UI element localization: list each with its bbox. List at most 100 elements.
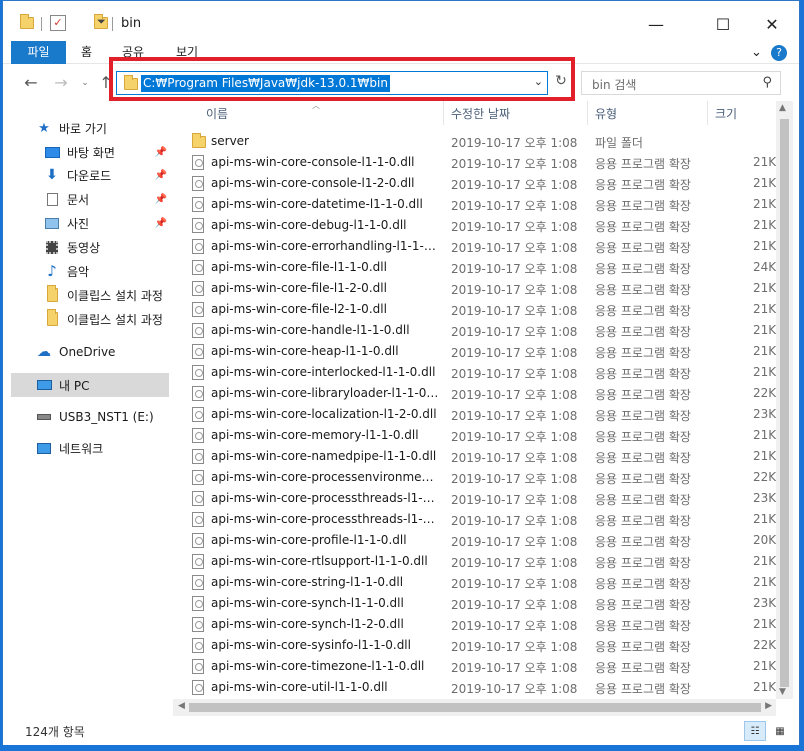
file-date: 2019-10-17 오후 1:08: [451, 556, 578, 570]
minimize-button[interactable]: —: [633, 9, 679, 39]
column-headers: 이름 수정한 날짜 유형 크기: [186, 101, 776, 125]
file-row[interactable]: api-ms-win-core-rtlsupport-l1-1-0.dll 201…: [186, 551, 776, 572]
scroll-up-icon[interactable]: ▲: [779, 103, 786, 113]
file-row[interactable]: api-ms-win-core-timezone-l1-1-0.dll 2019-…: [186, 656, 776, 677]
tab-file[interactable]: 파일: [11, 41, 66, 64]
file-date: 2019-10-17 오후 1:08: [451, 451, 578, 465]
nav-onedrive[interactable]: ☁ OneDrive: [11, 341, 169, 363]
file-type: 응용 프로그램 확장: [595, 619, 691, 633]
file-row[interactable]: api-ms-win-core-handle-l1-1-0.dll 2019-10…: [186, 320, 776, 341]
file-row[interactable]: api-ms-win-core-file-l2-1-0.dll 2019-10-1…: [186, 299, 776, 320]
file-row[interactable]: api-ms-win-core-debug-l1-1-0.dll 2019-10-…: [186, 215, 776, 236]
file-row[interactable]: api-ms-win-core-interlocked-l1-1-0.dll 20…: [186, 362, 776, 383]
file-row[interactable]: api-ms-win-core-processthreads-l1-1-1...…: [186, 509, 776, 530]
nav-item-folder[interactable]: 이클립스 설치 과정: [11, 308, 169, 330]
file-row[interactable]: api-ms-win-core-console-l1-2-0.dll 2019-1…: [186, 173, 776, 194]
document-icon: [43, 192, 61, 206]
scroll-down-icon[interactable]: ▼: [779, 687, 786, 697]
file-size: 21KB: [753, 197, 776, 211]
search-box[interactable]: bin 검색 ⚲: [581, 71, 781, 95]
details-view-icon[interactable]: ☷: [744, 721, 766, 741]
pin-icon[interactable]: 📌: [155, 218, 167, 229]
file-row[interactable]: api-ms-win-core-file-l1-2-0.dll 2019-10-1…: [186, 278, 776, 299]
nav-quick-access[interactable]: ★ 바로 가기: [11, 117, 169, 139]
large-icons-view-icon[interactable]: ▦: [769, 721, 791, 741]
file-size: 23KB: [753, 407, 776, 421]
nav-item-videos[interactable]: 동영상: [11, 236, 169, 258]
file-row[interactable]: api-ms-win-core-localization-l1-2-0.dll 2…: [186, 404, 776, 425]
help-icon[interactable]: ?: [771, 45, 787, 61]
file-row[interactable]: api-ms-win-core-synch-l1-2-0.dll 2019-10-…: [186, 614, 776, 635]
file-type: 응용 프로그램 확장: [595, 220, 691, 234]
file-size: 21KB: [753, 554, 776, 568]
vertical-scrollbar[interactable]: ▲ ▼: [776, 101, 793, 699]
file-row[interactable]: api-ms-win-core-sysinfo-l1-1-0.dll 2019-1…: [186, 635, 776, 656]
file-row[interactable]: api-ms-win-core-profile-l1-1-0.dll 2019-1…: [186, 530, 776, 551]
file-row[interactable]: api-ms-win-core-processthreads-l1-1-0...…: [186, 488, 776, 509]
file-size: 21KB: [753, 176, 776, 190]
file-name: api-ms-win-core-libraryloader-l1-1-0.dll: [211, 386, 439, 400]
column-header-date[interactable]: 수정한 날짜: [451, 105, 510, 122]
nav-item-documents[interactable]: 문서 📌: [11, 188, 169, 210]
file-row[interactable]: api-ms-win-core-datetime-l1-1-0.dll 2019-…: [186, 194, 776, 215]
scroll-left-icon[interactable]: ◀: [178, 701, 185, 711]
recent-locations-icon[interactable]: ⌄: [75, 73, 95, 93]
column-header-type[interactable]: 유형: [595, 105, 617, 122]
column-divider[interactable]: [707, 101, 708, 125]
column-header-size[interactable]: 크기: [715, 105, 737, 122]
scrollbar-thumb[interactable]: [780, 119, 789, 687]
forward-arrow-icon[interactable]: →: [51, 73, 71, 93]
customize-toolbar-icon[interactable]: ⏷: [97, 15, 106, 31]
column-divider[interactable]: [443, 101, 444, 125]
nav-item-downloads[interactable]: ⬇ 다운로드 📌: [11, 164, 169, 186]
nav-item-pictures[interactable]: 사진 📌: [11, 212, 169, 234]
file-row[interactable]: api-ms-win-core-file-l1-1-0.dll 2019-10-1…: [186, 257, 776, 278]
file-row[interactable]: server 2019-10-17 오후 1:08 파일 폴더: [186, 131, 776, 152]
column-divider[interactable]: [587, 101, 588, 125]
search-input[interactable]: bin 검색: [592, 76, 636, 93]
tab-home[interactable]: 홈: [81, 41, 92, 64]
file-row[interactable]: api-ms-win-core-console-l1-1-0.dll 2019-1…: [186, 152, 776, 173]
scroll-right-icon[interactable]: ▶: [765, 701, 772, 711]
file-row[interactable]: api-ms-win-core-errorhandling-l1-1-0.dll…: [186, 236, 776, 257]
dll-file-icon: [192, 428, 204, 443]
cloud-icon: ☁: [37, 344, 51, 360]
back-arrow-icon[interactable]: ←: [21, 73, 41, 93]
column-header-name[interactable]: 이름: [206, 105, 228, 122]
nav-item-music[interactable]: ♪ 음악: [11, 260, 169, 282]
close-button[interactable]: ✕: [749, 9, 795, 39]
file-row[interactable]: api-ms-win-core-heap-l1-1-0.dll 2019-10-1…: [186, 341, 776, 362]
nav-usb-drive[interactable]: USB3_NST1 (E:): [11, 406, 169, 428]
file-row[interactable]: api-ms-win-core-namedpipe-l1-1-0.dll 2019…: [186, 446, 776, 467]
file-size: 24KB: [753, 260, 776, 274]
nav-item-folder[interactable]: 이클립스 설치 과정: [11, 284, 169, 306]
file-name: api-ms-win-core-handle-l1-1-0.dll: [211, 323, 410, 337]
pin-icon[interactable]: 📌: [155, 194, 167, 205]
search-icon[interactable]: ⚲: [762, 75, 772, 90]
nav-this-pc[interactable]: 내 PC: [11, 374, 169, 396]
horizontal-scrollbar[interactable]: ◀ ▶: [173, 699, 776, 716]
file-date: 2019-10-17 오후 1:08: [451, 304, 578, 318]
file-date: 2019-10-17 오후 1:08: [451, 157, 578, 171]
dll-file-icon: [192, 176, 204, 191]
file-row[interactable]: api-ms-win-core-processenvironment-l1...…: [186, 467, 776, 488]
file-row[interactable]: api-ms-win-core-libraryloader-l1-1-0.dll…: [186, 383, 776, 404]
properties-icon[interactable]: ✓: [50, 15, 66, 31]
scrollbar-thumb[interactable]: [189, 703, 761, 712]
ribbon-expand-icon[interactable]: ⌄: [751, 41, 762, 64]
file-name: api-ms-win-core-namedpipe-l1-1-0.dll: [211, 449, 437, 463]
nav-item-desktop[interactable]: 바탕 화면 📌: [11, 141, 169, 163]
pin-icon[interactable]: 📌: [155, 147, 167, 158]
file-type: 응용 프로그램 확장: [595, 514, 691, 528]
file-date: 2019-10-17 오후 1:08: [451, 598, 578, 612]
file-size: 21KB: [753, 239, 776, 253]
maximize-button[interactable]: ☐: [700, 9, 746, 39]
pin-icon[interactable]: 📌: [155, 170, 167, 181]
folder-icon: [192, 133, 206, 148]
file-row[interactable]: api-ms-win-core-util-l1-1-0.dll 2019-10-1…: [186, 677, 776, 698]
file-date: 2019-10-17 오후 1:08: [451, 619, 578, 633]
file-row[interactable]: api-ms-win-core-synch-l1-1-0.dll 2019-10-…: [186, 593, 776, 614]
nav-network[interactable]: 네트워크: [11, 437, 169, 459]
file-row[interactable]: api-ms-win-core-memory-l1-1-0.dll 2019-10…: [186, 425, 776, 446]
file-row[interactable]: api-ms-win-core-string-l1-1-0.dll 2019-10…: [186, 572, 776, 593]
